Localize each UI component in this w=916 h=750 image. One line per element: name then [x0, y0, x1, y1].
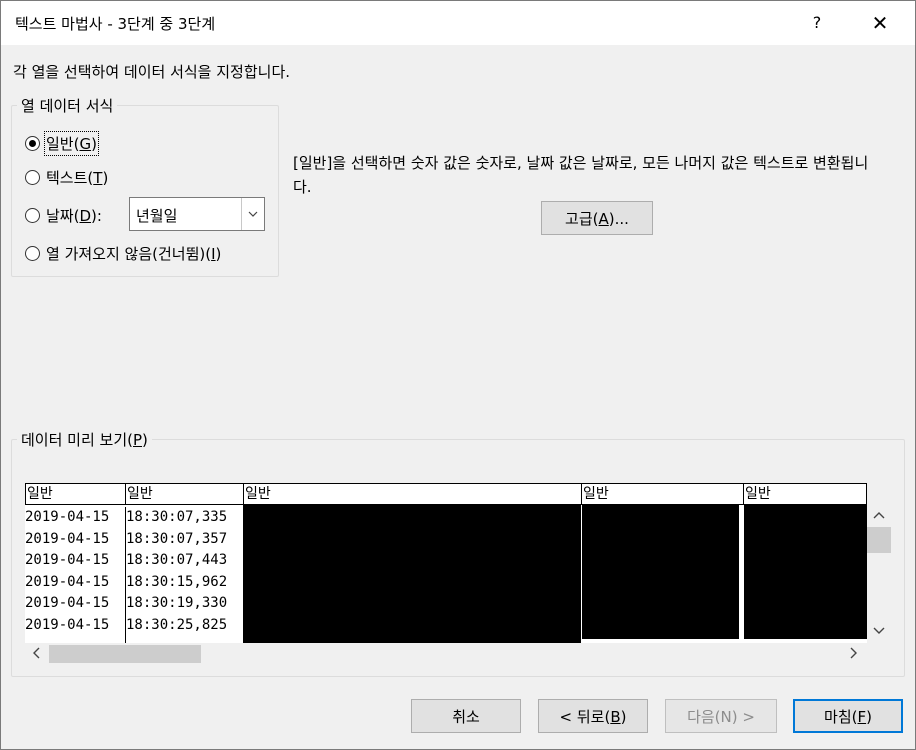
preview-column-header[interactable]: 일반: [25, 483, 125, 505]
radio-text-label[interactable]: 텍스트(T): [46, 167, 108, 188]
radio-skip-indicator[interactable]: [25, 246, 40, 261]
radio-date-indicator[interactable]: [25, 208, 40, 223]
vertical-scroll-thumb[interactable]: [867, 527, 891, 553]
redacted-column: [582, 505, 739, 639]
help-button[interactable]: ?: [799, 7, 835, 39]
preview-column-header[interactable]: 일반: [743, 483, 867, 505]
radio-skip[interactable]: 열 가져오지 않음(건너뜀)(I): [25, 243, 221, 264]
scroll-left-icon[interactable]: [25, 643, 47, 665]
preview-cell: 18:30:07,357: [126, 530, 228, 547]
date-format-select[interactable]: 년월일: [129, 197, 265, 231]
advanced-button[interactable]: 고급(A)...: [541, 201, 653, 235]
chevron-down-icon[interactable]: [241, 198, 264, 230]
redacted-column: [243, 505, 581, 643]
column-format-legend: 열 데이터 서식: [17, 95, 118, 116]
radio-general[interactable]: 일반(G): [25, 131, 99, 156]
radio-general-label[interactable]: 일반(G): [44, 131, 99, 156]
radio-text-indicator[interactable]: [25, 170, 40, 185]
close-icon[interactable]: ✕: [857, 7, 903, 39]
preview-column-header[interactable]: 일반: [243, 483, 581, 505]
next-button[interactable]: 다음(N) >: [665, 699, 777, 733]
next-button-label: 다음(N) >: [687, 707, 755, 726]
preview-column-date[interactable]: 2019-04-15 2019-04-15 2019-04-15 2019-04…: [25, 507, 125, 643]
redacted-column: [744, 505, 867, 639]
preview-cell: 18:30:15,962: [126, 573, 228, 590]
preview-column-header[interactable]: 일반: [581, 483, 743, 505]
scroll-right-icon[interactable]: [843, 643, 865, 665]
radio-skip-label[interactable]: 열 가져오지 않음(건너뜀)(I): [46, 243, 221, 264]
radio-general-indicator[interactable]: [25, 136, 40, 151]
cancel-button-label: 취소: [452, 707, 480, 726]
back-button[interactable]: < 뒤로(B): [538, 699, 648, 733]
radio-date-label[interactable]: 날짜(D):: [46, 205, 102, 226]
horizontal-scroll-thumb[interactable]: [49, 645, 201, 663]
advanced-button-label: 고급(A)...: [565, 209, 629, 228]
preview-cell: 2019-04-15: [25, 509, 110, 525]
window-title: 텍스트 마법사 - 3단계 중 3단계: [15, 15, 216, 33]
text-wizard-dialog: 텍스트 마법사 - 3단계 중 3단계 ? ✕ 각 열을 선택하여 데이터 서식…: [0, 0, 916, 750]
preview-cell: 2019-04-15: [25, 595, 110, 612]
scroll-down-icon[interactable]: [867, 623, 891, 643]
format-description: [일반]을 선택하면 숫자 값은 숫자로, 날짜 값은 날짜로, 모든 나머지 …: [293, 154, 869, 196]
preview-column-header[interactable]: 일반: [125, 483, 243, 505]
preview-cell: 18:30:19,330: [126, 595, 228, 612]
date-format-value: 년월일: [136, 207, 178, 225]
vertical-scrollbar[interactable]: [867, 505, 891, 643]
cancel-button[interactable]: 취소: [411, 699, 521, 733]
preview-cell: 2019-04-15: [25, 552, 110, 569]
horizontal-scrollbar[interactable]: [25, 643, 867, 665]
preview-legend: 데이터 미리 보기(P): [17, 429, 152, 450]
data-preview[interactable]: 일반 일반 일반 일반 일반 2019-04-15 2019-04-15 201…: [25, 483, 867, 643]
preview-cell: 18:30:07,335: [126, 509, 228, 525]
finish-button-label: 마침(F): [824, 707, 872, 726]
scroll-up-icon[interactable]: [867, 507, 891, 527]
preview-cell: 18:30:07,443: [126, 552, 228, 569]
instruction-text: 각 열을 선택하여 데이터 서식을 지정합니다.: [13, 63, 291, 81]
preview-cell: 2019-04-15: [25, 616, 110, 633]
preview-column-time[interactable]: 18:30:07,335 18:30:07,357 18:30:07,443 1…: [125, 507, 243, 643]
title-bar: 텍스트 마법사 - 3단계 중 3단계 ? ✕: [1, 1, 915, 45]
radio-date[interactable]: 날짜(D):: [25, 205, 102, 226]
preview-cell: 2019-04-15: [25, 573, 110, 590]
back-button-label: < 뒤로(B): [559, 707, 627, 726]
radio-text[interactable]: 텍스트(T): [25, 167, 108, 188]
preview-cell: 18:30:25,825: [126, 616, 228, 633]
finish-button[interactable]: 마침(F): [793, 699, 903, 733]
preview-cell: 2019-04-15: [25, 530, 110, 547]
